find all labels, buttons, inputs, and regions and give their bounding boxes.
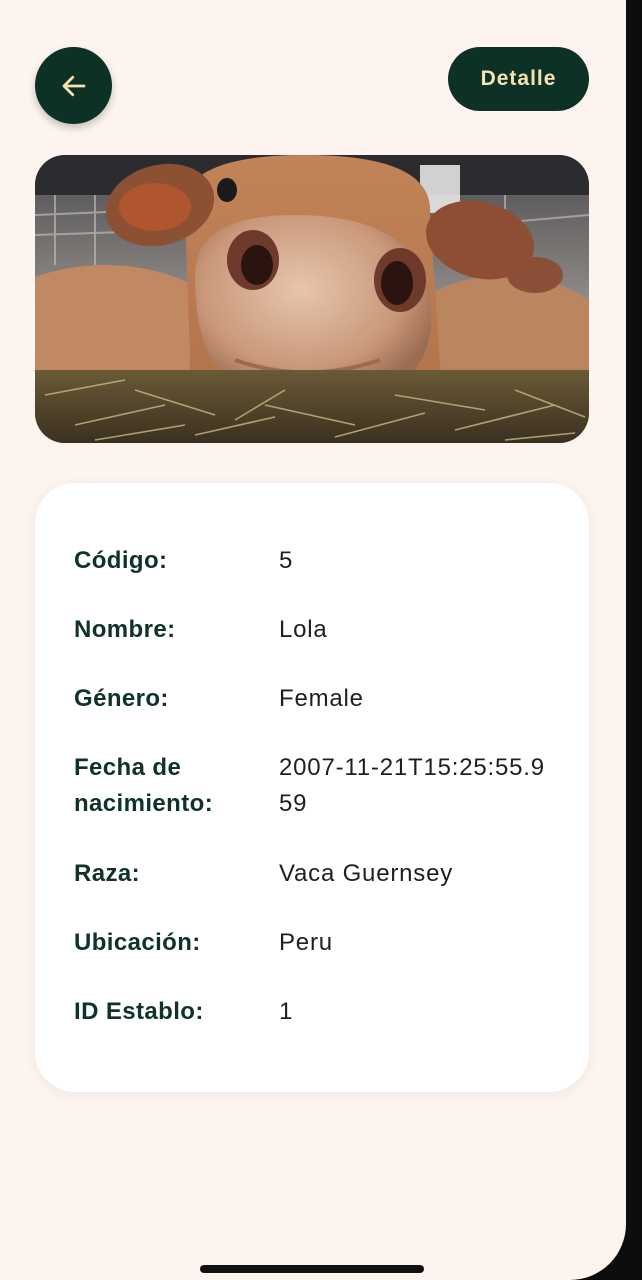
raza-label: Raza: (74, 860, 141, 887)
ubicacion-label: Ubicación: (74, 929, 201, 956)
id-establo-label: ID Establo: (74, 998, 204, 1025)
device-frame: Detalle Código: 5 Nombre: Lola Género: F… (0, 0, 642, 1280)
home-indicator[interactable] (200, 1265, 424, 1273)
codigo-label: Código: (74, 547, 168, 574)
detail-button[interactable]: Detalle (448, 47, 589, 111)
nombre-value: Lola (279, 616, 328, 643)
arrow-left-icon (62, 75, 85, 96)
back-button[interactable] (35, 47, 112, 124)
ubicacion-value: Peru (279, 929, 333, 956)
screen: Detalle Código: 5 Nombre: Lola Género: F… (0, 0, 626, 1280)
detail-button-label: Detalle (480, 67, 557, 90)
id-establo-value: 1 (279, 998, 294, 1025)
genero-value: Female (279, 685, 364, 712)
genero-label: Género: (74, 685, 169, 712)
fecha-nacimiento-value: 2007-11-21T15:25:55.959 (279, 754, 545, 817)
codigo-value: 5 (279, 547, 294, 574)
details-card: Código: 5 Nombre: Lola Género: Female Fe… (35, 483, 589, 1092)
fecha-nacimiento-label: Fecha de nacimiento: (74, 754, 214, 817)
nombre-label: Nombre: (74, 616, 176, 643)
raza-value: Vaca Guernsey (279, 860, 454, 887)
cow-photo (35, 155, 589, 443)
